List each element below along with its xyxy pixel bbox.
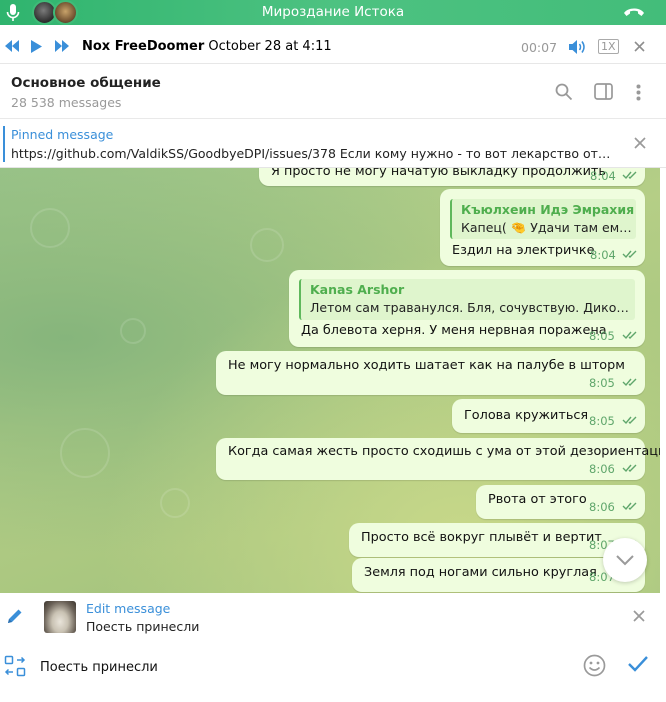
message-bubble[interactable]: Просто всё вокруг плывёт и вертит 8:07 [349, 523, 645, 557]
track-date: October 28 at 4:11 [208, 39, 332, 54]
chat-subtitle: 28 538 messages [11, 95, 122, 110]
scrollbar-track[interactable] [660, 168, 666, 593]
pencil-icon [6, 607, 24, 625]
close-icon[interactable] [634, 137, 646, 149]
reply-text: Капец( 🤏 Удачи там ему... [461, 220, 633, 235]
message-bubble[interactable]: Когда самая жесть просто сходишь с ума о… [216, 438, 660, 480]
message-text: Голова кружиться [464, 408, 589, 423]
chevron-down-icon [615, 554, 635, 566]
message-bubble[interactable]: Я просто не могу начатую выкладку продол… [259, 168, 645, 186]
voice-chat-title: Мироздание Истока [261, 4, 405, 20]
next-icon[interactable] [55, 40, 69, 52]
double-check-icon [622, 463, 638, 473]
reply-quote[interactable]: Kanas Arshor Летом сам траванулся. Бля, … [299, 279, 635, 320]
message-text: Когда самая жесть просто сходишь с ума о… [228, 444, 660, 459]
compose-area [0, 641, 666, 702]
message-bubble[interactable]: Къюлхеин Идэ Эмрахия Капец( 🤏 Удачи там … [440, 189, 645, 266]
scroll-down-button[interactable] [603, 538, 647, 582]
background-doodle [60, 428, 110, 478]
track-title[interactable]: Nox FreeDoomer October 28 at 4:11 [82, 39, 332, 54]
background-doodle [30, 208, 70, 248]
message-input[interactable] [40, 657, 560, 677]
reply-author: Kanas Arshor [310, 282, 405, 297]
edit-preview-text: Поесть принесли [86, 619, 200, 634]
playback-speed-button[interactable]: 1X [598, 39, 619, 54]
pinned-label: Pinned message [11, 127, 114, 142]
close-icon[interactable] [634, 41, 645, 52]
message-time: 8:04 [590, 169, 616, 183]
message-time: 8:04 [590, 248, 616, 262]
emoji-icon[interactable] [583, 654, 606, 677]
background-doodle [160, 488, 190, 518]
volume-icon[interactable] [568, 39, 587, 55]
play-icon[interactable] [31, 40, 42, 53]
double-check-icon [622, 170, 638, 180]
pinned-message[interactable]: Pinned message https://github.com/Valdik… [0, 120, 666, 168]
message-text: Я просто не могу начатую выкладку продол… [271, 168, 606, 179]
pinned-accent-bar [3, 126, 5, 162]
chat-title: Основное общение [11, 75, 161, 91]
message-bubble[interactable]: Kanas Arshor Летом сам траванулся. Бля, … [289, 270, 645, 347]
hangup-icon[interactable] [622, 5, 646, 19]
message-bubble[interactable]: Голова кружиться 8:05 [452, 399, 645, 433]
double-check-icon [622, 415, 638, 425]
background-doodle [250, 228, 284, 262]
message-time: 8:06 [589, 462, 615, 476]
reply-author: Къюлхеин Идэ Эмрахия [461, 202, 635, 217]
sidebar-icon[interactable] [594, 83, 613, 100]
message-bubble[interactable]: Земля под ногами сильно круглая 8:07 [352, 558, 645, 592]
background-doodle [120, 318, 146, 344]
message-bubble[interactable]: Рвота от этого 8:06 [476, 485, 645, 519]
attach-icon[interactable] [4, 655, 26, 677]
double-check-icon [622, 330, 638, 340]
message-text: Ездил на электричке [452, 243, 595, 258]
track-author: Nox FreeDoomer [82, 39, 205, 54]
chat-header[interactable]: Основное общение 28 538 messages [0, 64, 666, 119]
media-thumbnail [44, 601, 76, 633]
message-text: Рвота от этого [488, 492, 587, 507]
message-time: 8:05 [589, 329, 615, 343]
double-check-icon [622, 377, 638, 387]
close-icon[interactable] [633, 610, 645, 622]
message-time: 8:05 [589, 376, 615, 390]
prev-icon[interactable] [5, 40, 19, 52]
message-text: Земля под ногами сильно круглая [364, 565, 597, 580]
message-text: Да блевота херня. У меня нервная поражен… [301, 323, 607, 338]
chat-area[interactable]: Я просто не могу начатую выкладку продол… [0, 168, 660, 593]
search-icon[interactable] [555, 83, 573, 101]
more-icon[interactable] [636, 84, 641, 101]
double-check-icon [622, 249, 638, 259]
reply-text: Летом сам траванулся. Бля, сочувствую. Д… [310, 300, 632, 315]
edit-label: Edit message [86, 601, 171, 616]
message-time: 8:06 [589, 500, 615, 514]
audio-player: Nox FreeDoomer October 28 at 4:11 00:07 … [0, 30, 666, 64]
edit-message-panel: Edit message Поесть принесли [0, 593, 666, 641]
message-bubble[interactable]: Не могу нормально ходить шатает как на п… [216, 351, 645, 395]
voice-chat-bar[interactable]: Мироздание Истока [0, 0, 666, 25]
track-time: 00:07 [521, 40, 558, 55]
message-text: Просто всё вокруг плывёт и вертит [361, 530, 602, 545]
pinned-text: https://github.com/ValdikSS/GoodbyeDPI/i… [11, 146, 611, 161]
message-text: Не могу нормально ходить шатает как на п… [228, 358, 625, 373]
send-check-icon[interactable] [627, 655, 649, 673]
message-time: 8:05 [589, 414, 615, 428]
double-check-icon [622, 501, 638, 511]
reply-quote[interactable]: Къюлхеин Идэ Эмрахия Капец( 🤏 Удачи там … [450, 199, 636, 239]
